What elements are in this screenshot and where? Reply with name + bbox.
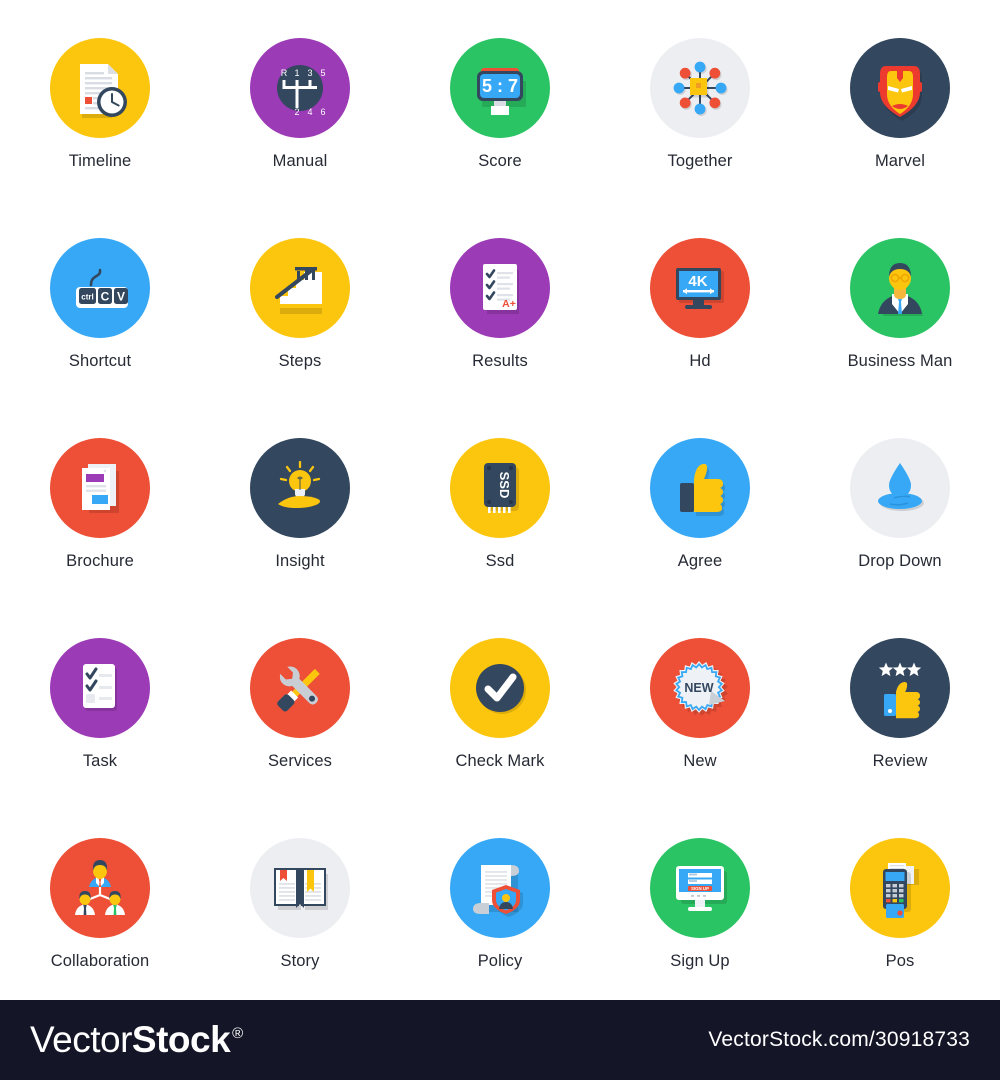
stars-thumb-icon[interactable] xyxy=(850,638,950,738)
svg-text:4: 4 xyxy=(307,107,312,117)
icon-label-score: Score xyxy=(478,152,522,170)
monitor-4k-icon[interactable]: 4K xyxy=(650,238,750,338)
icon-label-insight: Insight xyxy=(275,552,325,570)
icon-label-task: Task xyxy=(82,752,118,770)
icon-cell-task[interactable]: Task xyxy=(0,600,200,800)
icon-label-results: Results xyxy=(472,352,528,370)
icon-cell-marvel[interactable]: Marvel xyxy=(800,0,1000,200)
icon-cell-agree[interactable]: Agree xyxy=(600,400,800,600)
icon-cell-steps[interactable]: Steps xyxy=(200,200,400,400)
new-sticker-icon[interactable]: NEW xyxy=(650,638,750,738)
icon-cell-pos[interactable]: Pos xyxy=(800,800,1000,1000)
icon-cell-business-man[interactable]: Business Man xyxy=(800,200,1000,400)
scroll-shield-icon[interactable] xyxy=(450,838,550,938)
document-clock-icon[interactable] xyxy=(50,38,150,138)
footer-bar: Vector Stock ® VectorStock.com/30918733 xyxy=(0,1000,1000,1080)
icon-cell-policy[interactable]: Policy xyxy=(400,800,600,1000)
icon-label-marvel: Marvel xyxy=(874,152,926,170)
icon-label-manual: Manual xyxy=(272,152,328,170)
pos-terminal-icon[interactable] xyxy=(850,838,950,938)
checklist-icon[interactable] xyxy=(50,638,150,738)
open-book-icon[interactable] xyxy=(250,838,350,938)
icon-cell-insight[interactable]: Insight xyxy=(200,400,400,600)
icon-label-review: Review xyxy=(872,752,928,770)
icon-grid: Timeline R135 246 Manual 5 : 7 Score Toge… xyxy=(0,0,1000,1000)
icon-cell-drop-down[interactable]: Drop Down xyxy=(800,400,1000,600)
icon-label-together: Together xyxy=(667,152,733,170)
icon-cell-score[interactable]: 5 : 7 Score xyxy=(400,0,600,200)
svg-text:NEW: NEW xyxy=(684,681,713,695)
gear-stick-icon[interactable]: R135 246 xyxy=(250,38,350,138)
network-nodes-icon[interactable] xyxy=(650,38,750,138)
wrench-screwdriver-icon[interactable] xyxy=(250,638,350,738)
icon-cell-review[interactable]: Review xyxy=(800,600,1000,800)
svg-text:2: 2 xyxy=(294,107,299,117)
icon-cell-hd[interactable]: 4K Hd xyxy=(600,200,800,400)
graded-paper-icon[interactable]: A+ xyxy=(450,238,550,338)
icon-cell-together[interactable]: Together xyxy=(600,0,800,200)
icon-cell-sign-up[interactable]: SIGN UP Sign Up xyxy=(600,800,800,1000)
svg-text:1: 1 xyxy=(294,68,299,78)
footer-url: VectorStock.com/30918733 xyxy=(708,1028,970,1051)
vectorstock-logo: Vector Stock ® xyxy=(30,1019,243,1061)
registered-mark: ® xyxy=(232,1025,243,1042)
icon-label-business-man: Business Man xyxy=(847,352,953,370)
svg-text:V: V xyxy=(117,290,125,304)
icon-label-agree: Agree xyxy=(677,552,723,570)
hand-bulb-icon[interactable] xyxy=(250,438,350,538)
icon-label-collaboration: Collaboration xyxy=(50,952,150,970)
icon-label-ssd: Ssd xyxy=(485,552,515,570)
svg-text:4K: 4K xyxy=(688,273,707,290)
svg-text:SSD: SSD xyxy=(497,472,512,499)
brand-light-text: Vector xyxy=(30,1019,132,1060)
icon-cell-ssd[interactable]: SSD Ssd xyxy=(400,400,600,600)
icon-cell-check-mark[interactable]: Check Mark xyxy=(400,600,600,800)
icon-label-pos: Pos xyxy=(885,952,915,970)
svg-text:ctrl: ctrl xyxy=(81,293,93,302)
icon-cell-results[interactable]: A+ Results xyxy=(400,200,600,400)
businessman-avatar-icon[interactable] xyxy=(850,238,950,338)
icon-cell-new[interactable]: NEW New xyxy=(600,600,800,800)
keyboard-keys-icon[interactable]: ctrl C V xyxy=(50,238,150,338)
icon-label-sign-up: Sign Up xyxy=(670,952,730,970)
icon-cell-services[interactable]: Services xyxy=(200,600,400,800)
check-circle-icon[interactable] xyxy=(450,638,550,738)
svg-text:A+: A+ xyxy=(502,298,516,310)
scoreboard-icon[interactable]: 5 : 7 xyxy=(450,38,550,138)
water-drop-icon[interactable] xyxy=(850,438,950,538)
icon-label-policy: Policy xyxy=(477,952,523,970)
icon-label-shortcut: Shortcut xyxy=(68,352,132,370)
thumbs-up-icon[interactable] xyxy=(650,438,750,538)
svg-text:3: 3 xyxy=(307,68,312,78)
icon-cell-shortcut[interactable]: ctrl C V Shortcut xyxy=(0,200,200,400)
icon-label-services: Services xyxy=(267,752,333,770)
icon-label-brochure: Brochure xyxy=(66,552,134,570)
icon-cell-story[interactable]: Story xyxy=(200,800,400,1000)
icon-cell-timeline[interactable]: Timeline xyxy=(0,0,200,200)
icon-cell-brochure[interactable]: Brochure xyxy=(0,400,200,600)
icon-cell-manual[interactable]: R135 246 Manual xyxy=(200,0,400,200)
svg-text:6: 6 xyxy=(320,107,325,117)
icon-label-new: New xyxy=(683,752,717,770)
stairs-icon[interactable] xyxy=(250,238,350,338)
icon-label-steps: Steps xyxy=(278,352,322,370)
icon-label-story: Story xyxy=(280,952,320,970)
icon-label-timeline: Timeline xyxy=(68,152,132,170)
svg-text:5 : 7: 5 : 7 xyxy=(482,76,518,96)
ssd-chip-icon[interactable]: SSD xyxy=(450,438,550,538)
icon-label-drop-down: Drop Down xyxy=(858,552,942,570)
team-hierarchy-icon[interactable] xyxy=(50,838,150,938)
signup-monitor-icon[interactable]: SIGN UP xyxy=(650,838,750,938)
svg-text:C: C xyxy=(101,290,110,304)
brochure-pages-icon[interactable] xyxy=(50,438,150,538)
svg-text:5: 5 xyxy=(320,68,325,78)
svg-text:R: R xyxy=(281,68,288,78)
brand-bold-text: Stock xyxy=(131,1019,231,1060)
svg-text:SIGN UP: SIGN UP xyxy=(691,886,709,891)
icon-label-hd: Hd xyxy=(689,352,711,370)
iron-man-mask-icon[interactable] xyxy=(850,38,950,138)
icon-label-check-mark: Check Mark xyxy=(455,752,545,770)
icon-cell-collaboration[interactable]: Collaboration xyxy=(0,800,200,1000)
